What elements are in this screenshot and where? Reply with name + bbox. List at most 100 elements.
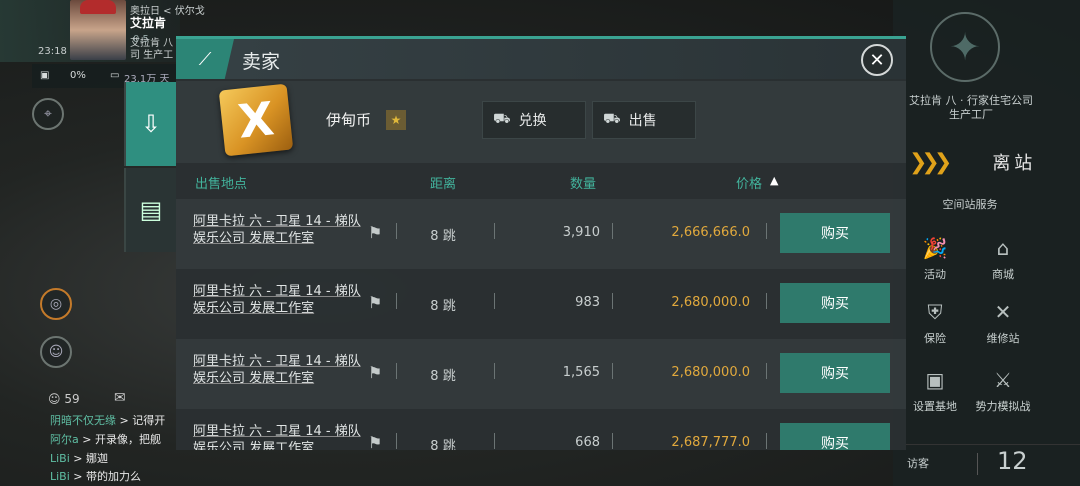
divider — [612, 293, 613, 309]
station-emblem-icon: ✦ — [930, 12, 1000, 82]
visitor-label: 访客 — [907, 457, 929, 470]
chat-line[interactable]: 阴暗不仅无缘 > 记得开 — [50, 412, 190, 428]
price: 2,680,000.0 — [671, 295, 750, 310]
service-label: 设置基地 — [913, 400, 957, 413]
chart-trend-icon[interactable]: ⟋ — [176, 39, 234, 79]
chat-sender: 阿尔a — [50, 433, 79, 446]
faction-icon: ⚔ — [994, 368, 1012, 392]
visitor-panel[interactable]: 访客 12 — [905, 444, 1080, 486]
divider — [766, 363, 767, 379]
sell-location[interactable]: 阿里卡拉 六 - 卫星 14 - 梯队娱乐公司 发展工作室 — [193, 353, 361, 387]
price: 2,687,777.0 — [671, 435, 750, 450]
party-icon: 🎉 — [922, 236, 948, 260]
divider — [766, 223, 767, 239]
divider — [396, 293, 397, 309]
chat-people-icon[interactable]: ☺ 59 — [48, 392, 80, 406]
buy-button[interactable]: 购买 — [780, 423, 890, 450]
sell-location[interactable]: 阿里卡拉 六 - 卫星 14 - 梯队娱乐公司 发展工作室 — [193, 423, 361, 450]
buy-button[interactable]: 购买 — [780, 283, 890, 323]
col-distance[interactable]: 距离 — [430, 173, 456, 192]
wallet-icon: ▣ — [40, 70, 50, 81]
service-insurance[interactable]: ⛨ 保险 — [905, 300, 965, 346]
chat-line[interactable]: LiBi > 娜迦 — [50, 450, 190, 466]
buy-button[interactable]: 购买 — [780, 353, 890, 393]
divider — [612, 363, 613, 379]
service-faction[interactable]: ⚔ 势力模拟战 — [968, 368, 1038, 414]
eden-coin-icon: X — [218, 83, 294, 157]
service-activity[interactable]: 🎉 活动 — [905, 236, 965, 282]
insurance-icon: ⛨ — [927, 300, 943, 324]
dialog-header: ⟋ 卖家 — [176, 39, 906, 79]
distance: 8 跳 — [430, 299, 456, 314]
waypoint-icon[interactable]: ⚑ — [368, 293, 382, 312]
buy-button[interactable]: 购买 — [780, 213, 890, 253]
card-icon: ▭ — [110, 70, 120, 81]
divider — [612, 223, 613, 239]
dialog-title: 卖家 — [242, 51, 281, 73]
map-pin-icon[interactable]: ⌖ — [32, 98, 64, 130]
divider — [612, 433, 613, 449]
table-row: 阿里卡拉 六 - 卫星 14 - 梯队娱乐公司 发展工作室 ⚑ 8 跳 1,56… — [176, 339, 906, 409]
station-line-2: 司 生产工 — [130, 50, 174, 61]
services-title: 空间站服务 — [942, 198, 998, 211]
chat-message: > 带的加力么 — [69, 470, 142, 483]
quantity: 668 — [575, 435, 600, 450]
service-store[interactable]: ⌂ 商城 — [973, 236, 1033, 282]
undock-button[interactable]: ❯❯❯ 离站 — [905, 144, 1075, 180]
target-icon[interactable]: ◎ — [40, 288, 72, 320]
visitor-count: 12 — [997, 447, 1028, 475]
service-label: 保险 — [924, 332, 946, 345]
sell-location[interactable]: 阿里卡拉 六 - 卫星 14 - 梯队娱乐公司 发展工作室 — [193, 283, 361, 317]
exchange-label: 兑换 — [518, 113, 547, 129]
distance: 8 跳 — [430, 369, 456, 384]
player-panel[interactable]: 奥拉日 < 伏尔戈 艾拉肯0.5 23:18 艾拉肯 八 司 生产工 — [0, 0, 205, 62]
player-name-text: 艾拉肯 — [130, 16, 167, 30]
distance: 8 跳 — [430, 229, 456, 244]
sort-ascending-icon[interactable]: ▲ — [770, 174, 778, 187]
waypoint-icon[interactable]: ⚑ — [368, 223, 382, 242]
chat-message: > 开录像，把舰 — [78, 433, 161, 446]
item-name: 伊甸币 — [326, 111, 372, 129]
base-icon: ▣ — [925, 368, 945, 392]
clipboard-icon: ▤ — [139, 196, 163, 224]
price: 2,666,666.0 — [671, 225, 750, 240]
avatar[interactable] — [70, 0, 126, 60]
service-label: 活动 — [924, 268, 946, 281]
download-cart-icon: ⇩ — [140, 110, 162, 138]
chat-line[interactable]: 阿尔a > 开录像，把舰 — [50, 431, 190, 447]
sell-button[interactable]: ⛟ 出售 — [592, 101, 696, 139]
close-button[interactable]: ✕ — [861, 44, 893, 76]
service-label: 势力模拟战 — [975, 400, 1031, 413]
cart-icon: ⛟ — [493, 111, 511, 127]
distance: 8 跳 — [430, 439, 456, 450]
waypoint-icon[interactable]: ⚑ — [368, 433, 382, 450]
seller-dialog: ⟋ 卖家 X 伊甸币 ★ ⛟ 兑换 ⛟ 出售 出售地点 距离 数量 价格 ▲ 阿里卡… — [176, 36, 906, 450]
divider — [494, 433, 495, 449]
divider — [494, 223, 495, 239]
chat-message: > 记得开 — [116, 414, 166, 427]
store-icon: ⌂ — [996, 236, 1010, 260]
price: 2,680,000.0 — [671, 365, 750, 380]
divider — [396, 433, 397, 449]
col-location[interactable]: 出售地点 — [195, 173, 247, 192]
mail-icon[interactable]: ✉ — [114, 390, 126, 406]
star-icon[interactable]: ★ — [386, 110, 406, 130]
divider — [494, 293, 495, 309]
divider — [766, 293, 767, 309]
table-header: 出售地点 距离 数量 价格 ▲ — [176, 165, 906, 197]
clock: 23:18 — [38, 46, 67, 57]
exchange-button[interactable]: ⛟ 兑换 — [482, 101, 586, 139]
chat-line[interactable]: LiBi > 带的加力么 — [50, 468, 190, 484]
undock-label: 离站 — [992, 153, 1037, 174]
person-icon[interactable]: ☺ — [40, 336, 72, 368]
col-price[interactable]: 价格 — [736, 173, 762, 192]
market-buy-tab[interactable]: ⇩ — [124, 82, 176, 166]
orders-tab[interactable]: ▤ — [124, 168, 176, 252]
divider — [766, 433, 767, 449]
service-base[interactable]: ▣ 设置基地 — [905, 368, 965, 414]
waypoint-icon[interactable]: ⚑ — [368, 363, 382, 382]
service-repair[interactable]: ✕ 维修站 — [973, 300, 1033, 346]
col-quantity[interactable]: 数量 — [570, 173, 596, 192]
cart-icon: ⛟ — [603, 111, 621, 127]
sell-location[interactable]: 阿里卡拉 六 - 卫星 14 - 梯队娱乐公司 发展工作室 — [193, 213, 361, 247]
